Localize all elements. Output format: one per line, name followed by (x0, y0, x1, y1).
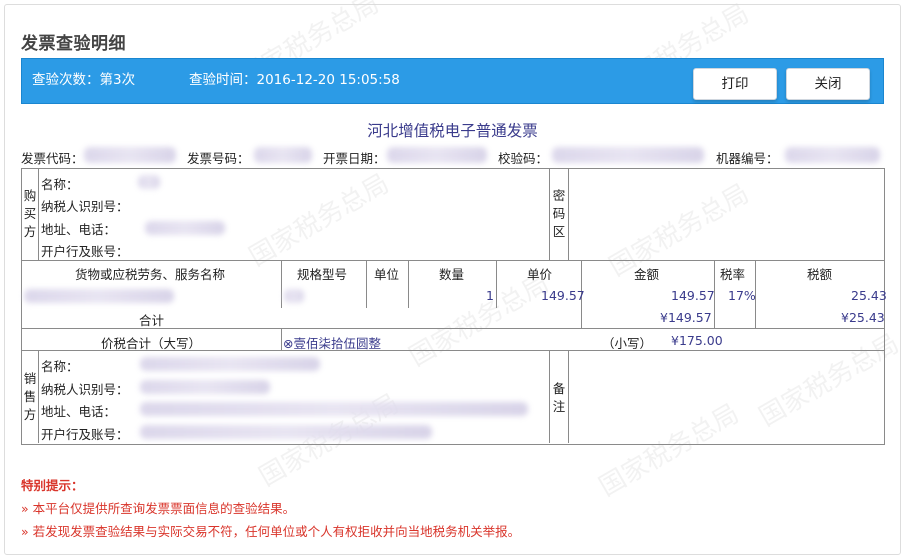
redacted-item-spec (284, 289, 304, 303)
grand-total-lower: ¥175.00 (671, 333, 723, 348)
notice-title: 特别提示： (21, 478, 84, 493)
buyer-addr-label: 地址、电话： (41, 222, 117, 237)
col-header-tax-rate: 税率 (720, 267, 746, 282)
col-header-spec: 规格型号 (297, 267, 348, 282)
redacted-check-code (552, 147, 704, 163)
buyer-tax-id-label: 纳税人识别号： (41, 199, 129, 214)
grand-total-label: 价税合计（大写） (101, 336, 202, 351)
machine-number-label: 机器编号： (716, 151, 779, 166)
col-header-unit-price: 单价 (527, 267, 553, 282)
buyer-side-label: 购买方 (23, 188, 37, 239)
seller-bank-label: 开户行及账号： (41, 427, 129, 442)
redacted-invoice-date (387, 147, 487, 163)
redacted-seller-tax-id (140, 380, 270, 394)
divider (549, 351, 550, 443)
grand-total-lower-label: （小写） (602, 336, 653, 351)
divider (496, 261, 497, 308)
col-header-amount: 金额 (634, 267, 660, 282)
notice-line: » 若发现发票查验结果与实际交易不符，任何单位或个人有权拒收并向当地税务机关举报… (21, 524, 521, 539)
redacted-invoice-number (254, 147, 312, 163)
redacted-machine-number (785, 147, 880, 163)
page-title: 发票查验明细 (21, 34, 126, 54)
seller-side-label: 销售方 (23, 371, 37, 422)
redacted-invoice-code (84, 147, 176, 163)
seller-name-label: 名称： (41, 359, 79, 374)
redacted-item-name (24, 289, 174, 303)
invoice-code-label: 发票代码： (21, 151, 84, 166)
total-tax: ¥25.43 (841, 310, 885, 325)
divider (366, 261, 367, 308)
divider (281, 261, 282, 308)
buyer-bank-label: 开户行及账号： (41, 244, 129, 259)
divider (568, 169, 569, 260)
redacted-seller-bank (140, 425, 432, 439)
item-unit-price: 149.57 (541, 288, 585, 303)
item-tax-rate: 17% (728, 288, 756, 303)
col-header-tax: 税额 (807, 267, 833, 282)
check-count: 查验次数：第3次 (32, 72, 136, 88)
divider (568, 351, 569, 443)
divider (408, 261, 409, 308)
redacted-buyer-addr (145, 221, 225, 235)
seller-addr-label: 地址、电话： (41, 404, 117, 419)
seller-tax-id-label: 纳税人识别号： (41, 382, 129, 397)
notice-line: » 本平台仅提供所查询发票票面信息的查验结果。 (21, 501, 296, 516)
col-header-quantity: 数量 (439, 267, 465, 282)
invoice-date-label: 开票日期： (323, 151, 386, 166)
item-quantity: 1 (486, 288, 494, 303)
redacted-seller-name (140, 357, 320, 371)
item-tax: 25.43 (851, 288, 887, 303)
cipher-area-label: 密码区 (552, 188, 566, 239)
divider (38, 169, 39, 260)
redacted-buyer-name (138, 175, 160, 189)
divider (38, 351, 39, 443)
check-time: 查验时间：2016-12-20 15:05:58 (189, 72, 400, 88)
redacted-seller-addr (140, 402, 528, 416)
total-label: 合计 (139, 313, 165, 328)
divider (549, 169, 550, 260)
buyer-name-label: 名称： (41, 177, 79, 192)
grand-total-upper: ⊗壹佰柒拾伍圆整 (283, 336, 381, 351)
remark-label: 备注 (552, 381, 566, 414)
check-code-label: 校验码： (498, 151, 549, 166)
col-header-unit: 单位 (374, 267, 400, 282)
col-header-name: 货物或应税劳务、服务名称 (75, 267, 226, 282)
divider (281, 329, 282, 350)
invoice-title: 河北增值税电子普通发票 (367, 122, 538, 140)
print-button[interactable]: 打印 (693, 68, 777, 100)
check-info-bar: 查验次数：第3次 查验时间：2016-12-20 15:05:58 打印 关闭 (21, 58, 884, 104)
invoice-number-label: 发票号码： (187, 151, 250, 166)
close-button[interactable]: 关闭 (786, 68, 870, 100)
total-amount: ¥149.57 (660, 310, 712, 325)
item-amount: 149.57 (671, 288, 715, 303)
